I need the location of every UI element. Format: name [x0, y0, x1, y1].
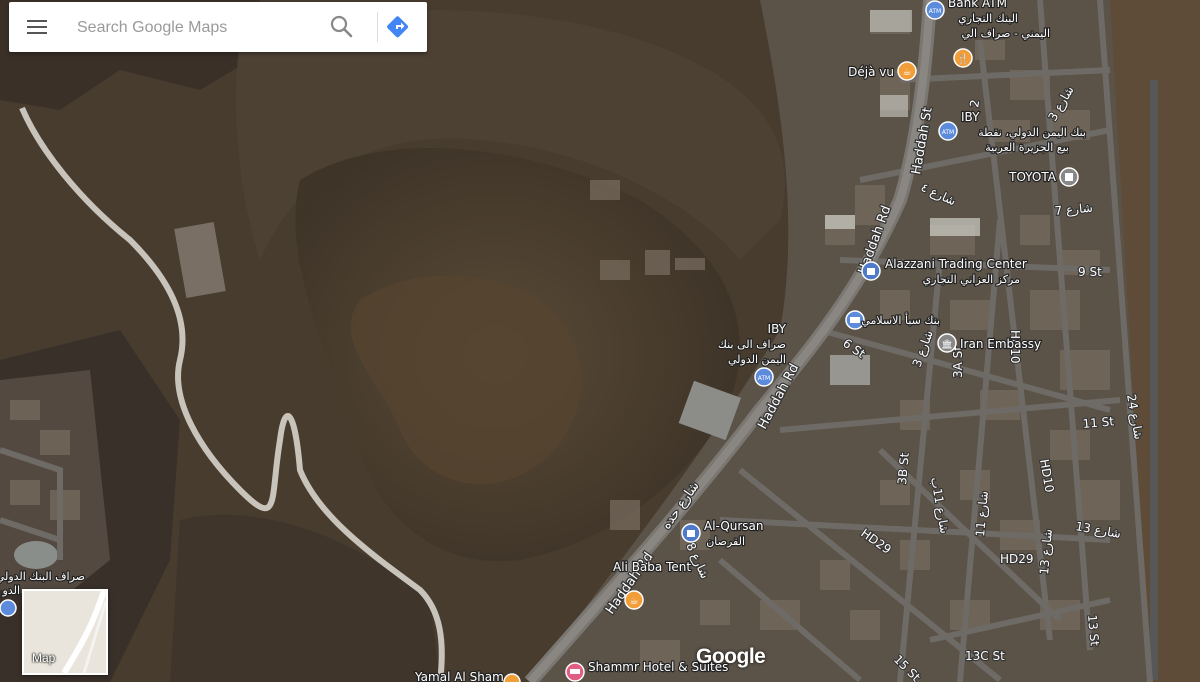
place-label-ar: بنك اليمن الدولي، نقطة — [978, 126, 1086, 139]
place-label: Al-Qursan — [704, 519, 764, 533]
cafe-icon: ☕ — [630, 596, 639, 607]
menu-icon[interactable] — [23, 15, 51, 39]
satellite-map[interactable]: Haddah St Haddah Rd Haddah Rd Haddah Rd … — [0, 0, 1200, 682]
place-label-ar: القرصان — [706, 535, 745, 548]
place-label: TOYOTA — [1008, 170, 1057, 184]
place-label-ar: البنك التجاري — [958, 12, 1018, 25]
atm-icon: ATM — [942, 129, 954, 136]
place-label-ar: اليمن الدولي — [728, 353, 786, 366]
road-label-13st: 13 St — [1085, 614, 1102, 647]
place-label: Alazzani Trading Center — [885, 257, 1027, 271]
place-label-ar: بنك سبأ الاسلامي — [861, 312, 940, 327]
hotel-icon — [570, 669, 580, 674]
place-label-ar: الدو — [2, 584, 21, 597]
road-label-11st: 11 St — [1082, 414, 1115, 431]
place-dejavu[interactable]: ☕ Déjà vu — [847, 61, 917, 81]
road-label-13cst: 13C St — [965, 649, 1005, 663]
place-food-marker[interactable]: 🍴 — [953, 48, 973, 68]
place-label: Bank ATM — [948, 0, 1007, 10]
place-label: Ali Baba Tent — [613, 560, 691, 574]
minimap-label: Map — [32, 651, 56, 665]
cafe-icon: ☕ — [903, 67, 912, 78]
place-label: IBY — [961, 110, 980, 124]
road-label-3bst: 3B St — [895, 452, 912, 485]
road-label-hd29-b: HD29 — [1000, 552, 1034, 566]
google-logo: Google — [696, 645, 766, 668]
atm-icon: ATM — [929, 8, 941, 15]
place-toyota[interactable]: TOYOTA — [1007, 167, 1079, 187]
shopping-icon — [867, 268, 875, 275]
embassy-icon: 🏛 — [941, 339, 952, 350]
search-input[interactable] — [75, 12, 319, 44]
road-label-9st: 9 St — [1078, 265, 1102, 279]
place-label: Iran Embassy — [960, 337, 1041, 351]
search-box — [9, 2, 427, 52]
divider — [377, 12, 378, 42]
search-icon[interactable] — [327, 13, 357, 41]
place-label-ar: صراف البنك الدولي — [0, 570, 85, 583]
place-label: Déjà vu — [848, 65, 894, 79]
place-saba-bank[interactable]: بنك سبأ الاسلامي — [845, 310, 941, 330]
place-iran-embassy[interactable]: 🏛 Iran Embassy — [937, 333, 1042, 353]
restaurant-icon: 🍴 — [957, 52, 969, 65]
atm-icon: ATM — [758, 375, 770, 382]
place-label-ar: مركز العزاني التجاري — [923, 273, 1021, 286]
bank-icon — [850, 317, 860, 323]
place-label-ar: بيع الجزيرة العربية — [985, 141, 1069, 154]
shopping-icon — [687, 530, 695, 537]
place-label-ar: صراف الى بنك — [718, 338, 786, 351]
store-icon — [1065, 173, 1073, 181]
place-label: Yamal Al Sham — [414, 670, 504, 682]
directions-icon[interactable] — [385, 13, 415, 41]
map-type-toggle[interactable]: Map — [22, 589, 108, 675]
place-label: IBY — [768, 322, 787, 336]
place-label-ar: اليمني - صراف الي — [962, 27, 1050, 40]
